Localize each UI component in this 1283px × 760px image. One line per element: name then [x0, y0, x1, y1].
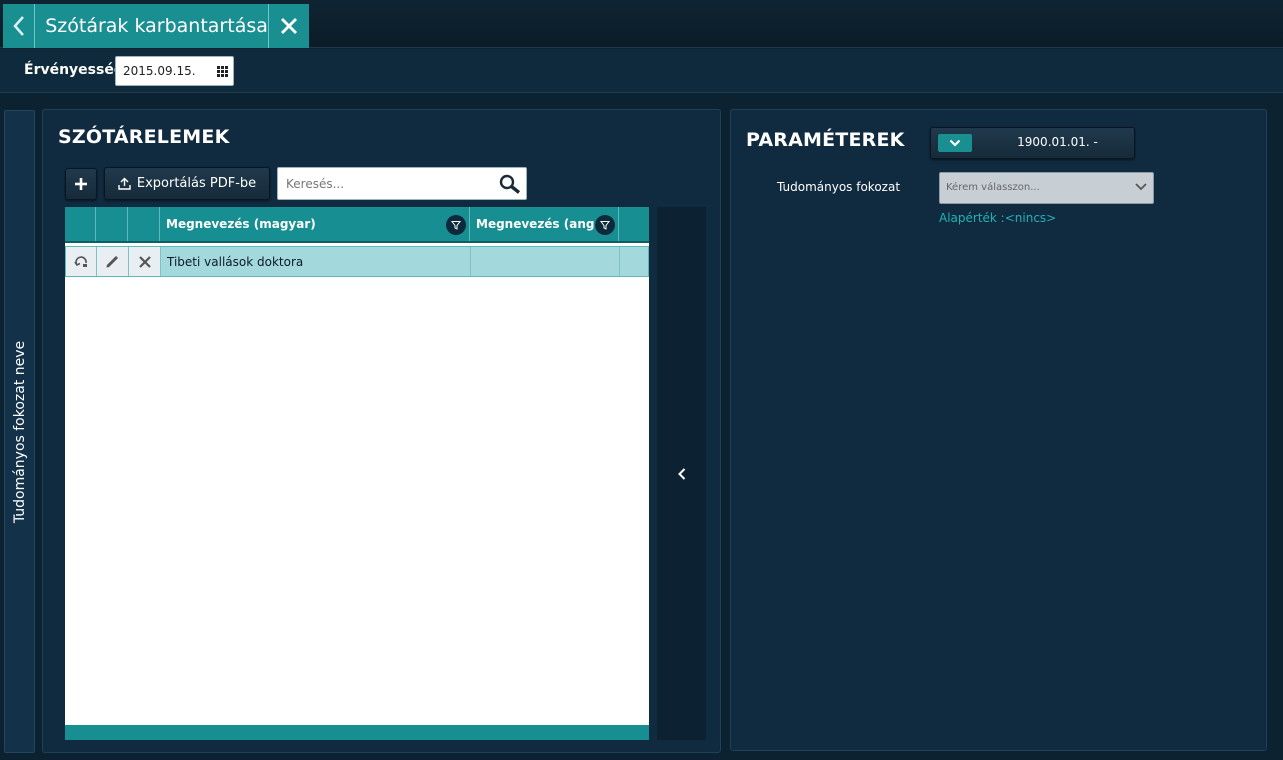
validity-bar: Érvényesség 2015.09.15.	[0, 49, 1283, 93]
header-action-col	[65, 207, 96, 241]
row-spacer	[620, 247, 648, 276]
validity-label: Érvényesség	[24, 62, 124, 78]
filter-icon[interactable]	[595, 215, 615, 235]
side-tab[interactable]: Tudományos fokozat neve	[4, 110, 35, 753]
dictionary-grid: Megnevezés (magyar) Megnevezés (angol) T…	[65, 207, 649, 740]
grid-header: Megnevezés (magyar) Megnevezés (angol)	[65, 207, 649, 243]
degree-select[interactable]: Kérem válasszon...	[939, 172, 1154, 204]
close-icon	[138, 255, 151, 268]
close-icon	[280, 18, 297, 34]
column-header-english-label: Megnevezés (angol)	[476, 217, 613, 231]
column-header-english[interactable]: Megnevezés (angol)	[470, 207, 619, 241]
search-box	[277, 167, 527, 200]
default-value-text: Alapérték :<nincs>	[939, 211, 1057, 225]
chevron-left-icon	[677, 467, 685, 480]
validity-date-field[interactable]: 2015.09.15.	[115, 56, 234, 86]
chevron-left-icon	[12, 16, 24, 36]
date-range-selector[interactable]: 1900.01.01. -	[930, 127, 1135, 159]
parameters-panel: PARAMÉTEREK 1900.01.01. - Tudományos fok…	[730, 109, 1267, 751]
undo-icon	[74, 255, 87, 267]
header-action-col	[128, 207, 160, 241]
column-header-hungarian[interactable]: Megnevezés (magyar)	[160, 207, 470, 241]
chevron-down-icon	[1135, 183, 1147, 191]
search-icon[interactable]	[499, 174, 521, 194]
collapse-panel-button[interactable]	[657, 207, 706, 740]
dictionary-panel: SZÓTÁRELEMEK Exportálás PDF-be Megnevezé…	[42, 109, 721, 753]
close-button[interactable]	[267, 4, 309, 48]
column-header-hungarian-label: Megnevezés (magyar)	[166, 217, 316, 231]
search-input[interactable]	[278, 168, 488, 199]
delete-button[interactable]	[129, 247, 161, 276]
field-label: Tudományos fokozat	[777, 180, 901, 194]
window-title: Szótárak karbantartása	[45, 15, 268, 37]
header-action-col	[96, 207, 128, 241]
upload-icon	[118, 177, 131, 190]
window-tab: Szótárak karbantartása	[3, 4, 309, 48]
back-button[interactable]	[3, 4, 36, 48]
chevron-down-icon	[949, 139, 961, 147]
dictionary-title: SZÓTÁRELEMEK	[58, 126, 230, 148]
export-pdf-label: Exportálás PDF-be	[136, 176, 257, 191]
table-row[interactable]: Tibeti vallások doktora	[65, 246, 649, 277]
date-range-toggle[interactable]	[938, 134, 972, 152]
edit-button[interactable]	[97, 247, 129, 276]
filter-icon[interactable]	[446, 215, 466, 235]
date-range-value: 1900.01.01. -	[1017, 135, 1098, 149]
grid-footer	[65, 725, 649, 740]
side-tab-label: Tudományos fokozat neve	[11, 340, 28, 523]
calendar-icon[interactable]	[217, 66, 228, 77]
degree-select-placeholder: Kérem válasszon...	[946, 182, 1040, 193]
add-button[interactable]	[65, 168, 97, 200]
plus-icon	[75, 178, 87, 190]
restore-button[interactable]	[66, 247, 97, 276]
pencil-icon	[106, 255, 119, 268]
cell-english	[471, 247, 620, 276]
title-bar: Szótárak karbantartása	[0, 0, 1283, 48]
header-spacer	[619, 207, 649, 241]
cell-hungarian: Tibeti vallások doktora	[161, 247, 471, 276]
parameters-title: PARAMÉTEREK	[746, 129, 905, 151]
export-pdf-button[interactable]: Exportálás PDF-be	[104, 167, 270, 200]
validity-date-value: 2015.09.15.	[123, 64, 196, 78]
